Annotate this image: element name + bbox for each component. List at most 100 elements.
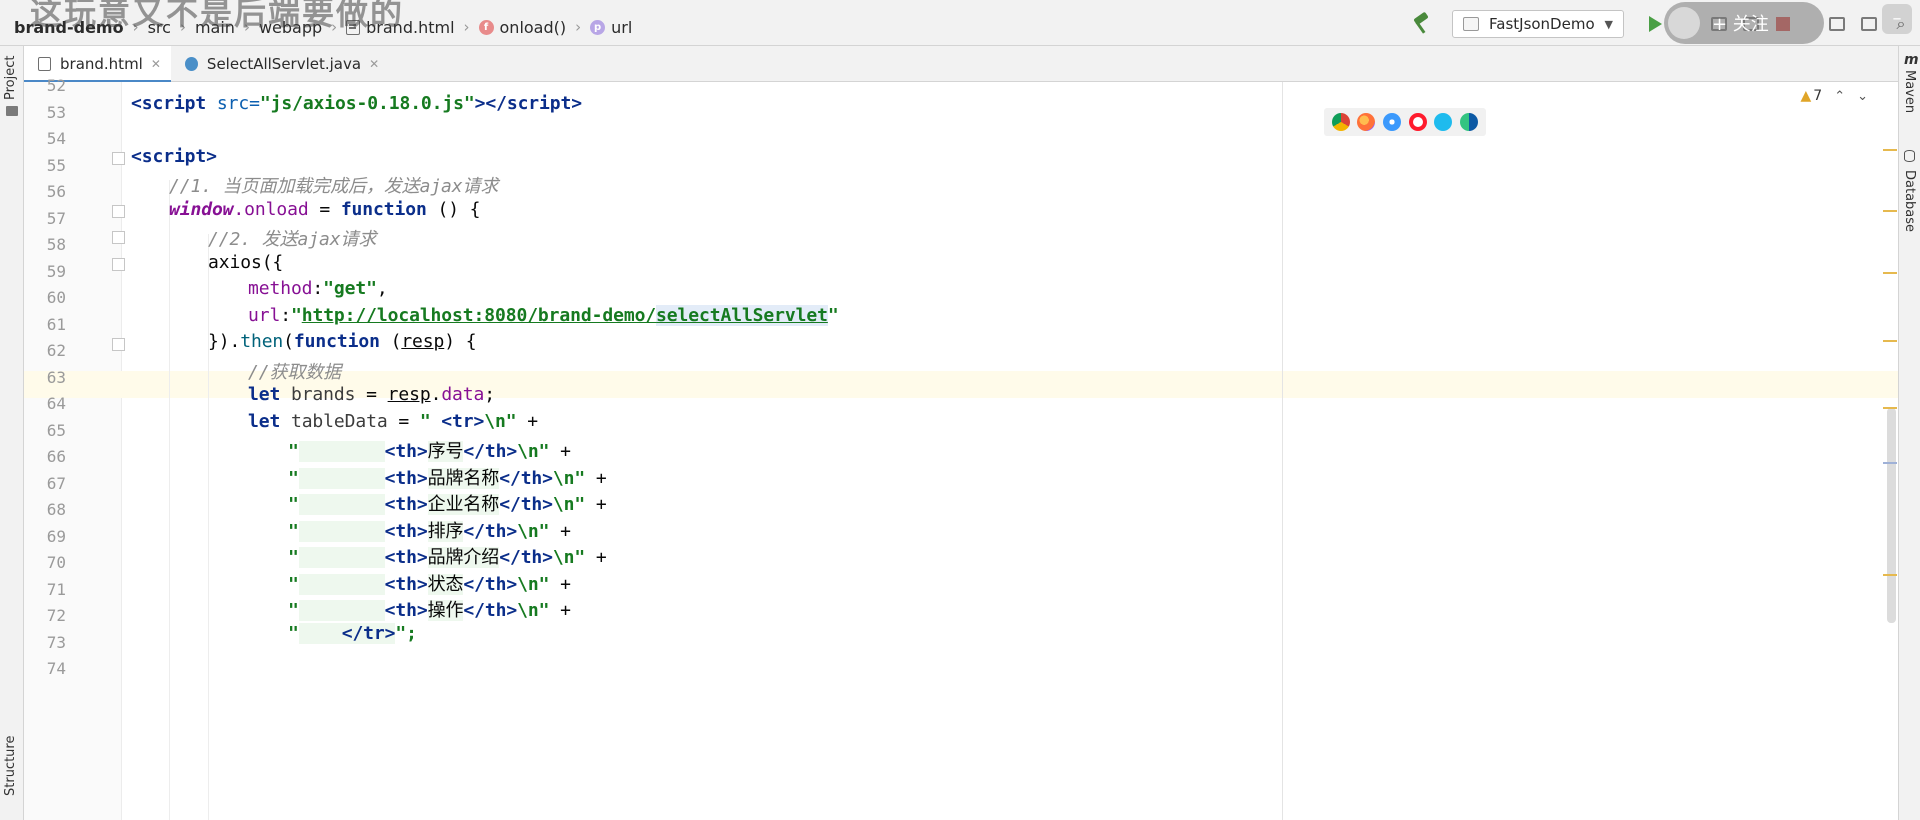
table-header-label: 品牌名称 bbox=[427, 467, 500, 489]
vertical-scrollbar[interactable] bbox=[1883, 82, 1898, 820]
breadcrumb-separator-icon: › bbox=[575, 18, 582, 36]
operator: = bbox=[387, 411, 420, 432]
tab-label: brand.html bbox=[60, 55, 143, 73]
warning-marker[interactable] bbox=[1883, 149, 1897, 151]
html-tag: </th> bbox=[463, 520, 518, 542]
html-tag: <th> bbox=[384, 467, 428, 489]
property: data bbox=[441, 384, 485, 405]
html-tag: ></script> bbox=[474, 93, 582, 114]
follow-label: + 关注 bbox=[1712, 14, 1769, 35]
chrome-icon[interactable] bbox=[1331, 113, 1350, 131]
warning-marker[interactable] bbox=[1883, 210, 1897, 212]
string-quote: " bbox=[288, 467, 299, 489]
keyword: function bbox=[293, 331, 380, 352]
object-key: url bbox=[248, 305, 281, 326]
breadcrumb-label: url bbox=[611, 17, 633, 37]
string-quote: " bbox=[290, 305, 302, 326]
project-tool-tab[interactable]: Project bbox=[3, 56, 18, 100]
follow-badge[interactable]: + 关注 bbox=[1664, 2, 1824, 44]
fold-marker-icon[interactable] bbox=[112, 205, 125, 218]
code-line-65: let tableData = " <tr>\n" + bbox=[248, 411, 538, 432]
url-link[interactable]: http://localhost:8080/brand-demo/ bbox=[302, 305, 656, 326]
run-configuration-select[interactable]: FastJsonDemo ▼ bbox=[1452, 10, 1624, 38]
fold-marker-icon[interactable] bbox=[112, 231, 125, 244]
table-header-label: 状态 bbox=[427, 573, 464, 595]
html-tag: <th> bbox=[384, 520, 428, 542]
layout-button[interactable] bbox=[1856, 11, 1882, 37]
html-attribute: src= bbox=[216, 93, 260, 114]
string-quote: " bbox=[288, 441, 299, 462]
html-tag: </tr> bbox=[341, 623, 396, 644]
chevron-up-icon[interactable]: ⌃ bbox=[1834, 89, 1845, 104]
string-quote: " bbox=[288, 494, 299, 515]
close-icon[interactable]: ✕ bbox=[151, 57, 161, 71]
structure-tool-tab[interactable]: Structure bbox=[3, 736, 18, 796]
line-number: 53 bbox=[46, 102, 66, 122]
warning-count: 7 bbox=[1813, 88, 1823, 104]
line-number: 65 bbox=[46, 420, 66, 440]
string-whitespace bbox=[298, 547, 385, 568]
string-literal: \n" bbox=[517, 600, 550, 621]
line-number: 68 bbox=[46, 500, 66, 519]
warning-marker[interactable] bbox=[1883, 407, 1897, 409]
string-quote: " bbox=[288, 520, 299, 542]
line-number: 69 bbox=[46, 526, 66, 546]
method-call: then bbox=[240, 331, 284, 352]
maven-tool-tab[interactable]: Maven bbox=[1902, 70, 1917, 113]
database-icon bbox=[1904, 150, 1915, 162]
opera-icon[interactable] bbox=[1408, 113, 1427, 131]
object-key: method bbox=[248, 278, 313, 299]
firefox-icon[interactable] bbox=[1357, 113, 1376, 131]
string-literal: \n" bbox=[517, 573, 550, 595]
tab-select-all-servlet[interactable]: SelectAllServlet.java ✕ bbox=[171, 46, 389, 82]
code-line-73: " </tr>"; bbox=[288, 623, 417, 644]
ie-icon[interactable] bbox=[1434, 113, 1453, 131]
breadcrumb-item-function[interactable]: f onload() bbox=[478, 18, 566, 37]
inspection-widget[interactable]: ▲ 7 ⌃ ⌄ bbox=[1800, 84, 1868, 108]
fold-marker-icon[interactable] bbox=[112, 338, 125, 351]
operator: + bbox=[585, 494, 607, 515]
html-tag: </th> bbox=[463, 600, 518, 621]
punctuation: }). bbox=[208, 331, 241, 352]
html-tag: <th> bbox=[384, 547, 428, 568]
warning-icon: ▲ bbox=[1800, 88, 1812, 104]
project-structure-button[interactable] bbox=[1824, 11, 1850, 37]
scrollbar-thumb[interactable] bbox=[1887, 408, 1896, 623]
line-number: 59 bbox=[46, 261, 66, 281]
string-whitespace bbox=[298, 467, 385, 489]
code-line-58: //2. 发送ajax请求 bbox=[208, 229, 377, 250]
close-icon[interactable]: ✕ bbox=[369, 57, 379, 71]
code-editor[interactable]: 52 53 54 55 56 57 58 59 60 61 62 63 64 65 66 67 68 69 70 71… bbox=[24, 76, 1898, 820]
line-number: 61 bbox=[46, 314, 66, 334]
string-whitespace bbox=[298, 573, 385, 595]
html-tag: </th> bbox=[499, 547, 553, 568]
url-link-selected[interactable]: selectAllServlet bbox=[656, 305, 828, 326]
selection-marker[interactable] bbox=[1883, 462, 1897, 464]
fold-marker-icon[interactable] bbox=[112, 258, 125, 271]
property-icon: p bbox=[590, 19, 606, 35]
string-literal: "js/axios-0.18.0.js" bbox=[259, 93, 475, 114]
punctuation: . bbox=[430, 384, 442, 405]
warning-marker[interactable] bbox=[1883, 574, 1897, 576]
warning-marker[interactable] bbox=[1883, 272, 1897, 274]
chevron-down-icon: ▼ bbox=[1604, 17, 1613, 31]
line-number: 66 bbox=[46, 447, 66, 466]
safari-icon[interactable] bbox=[1383, 113, 1402, 131]
breadcrumb-item-property[interactable]: p url bbox=[590, 18, 632, 37]
string-literal: \n" bbox=[552, 494, 586, 515]
keyword: function bbox=[340, 199, 427, 220]
video-overlay-caption: 这玩意又不是后端要做的 bbox=[30, 0, 405, 32]
fold-marker-icon[interactable] bbox=[112, 152, 125, 165]
table-header-label: 品牌介绍 bbox=[427, 547, 500, 568]
string-literal: \n" bbox=[552, 467, 586, 489]
parameter: resp bbox=[401, 331, 445, 352]
build-hammer-icon[interactable] bbox=[1410, 13, 1432, 35]
chevron-down-icon[interactable]: ⌄ bbox=[1857, 89, 1868, 104]
minimize-icon[interactable]: – bbox=[1882, 4, 1912, 34]
table-header-label: 排序 bbox=[427, 520, 464, 542]
string-literal: "; bbox=[395, 623, 417, 644]
edge-icon[interactable] bbox=[1460, 113, 1479, 131]
code-line-59: axios({ bbox=[208, 252, 283, 273]
warning-marker[interactable] bbox=[1883, 340, 1897, 342]
database-tool-tab[interactable]: Database bbox=[1902, 170, 1917, 232]
